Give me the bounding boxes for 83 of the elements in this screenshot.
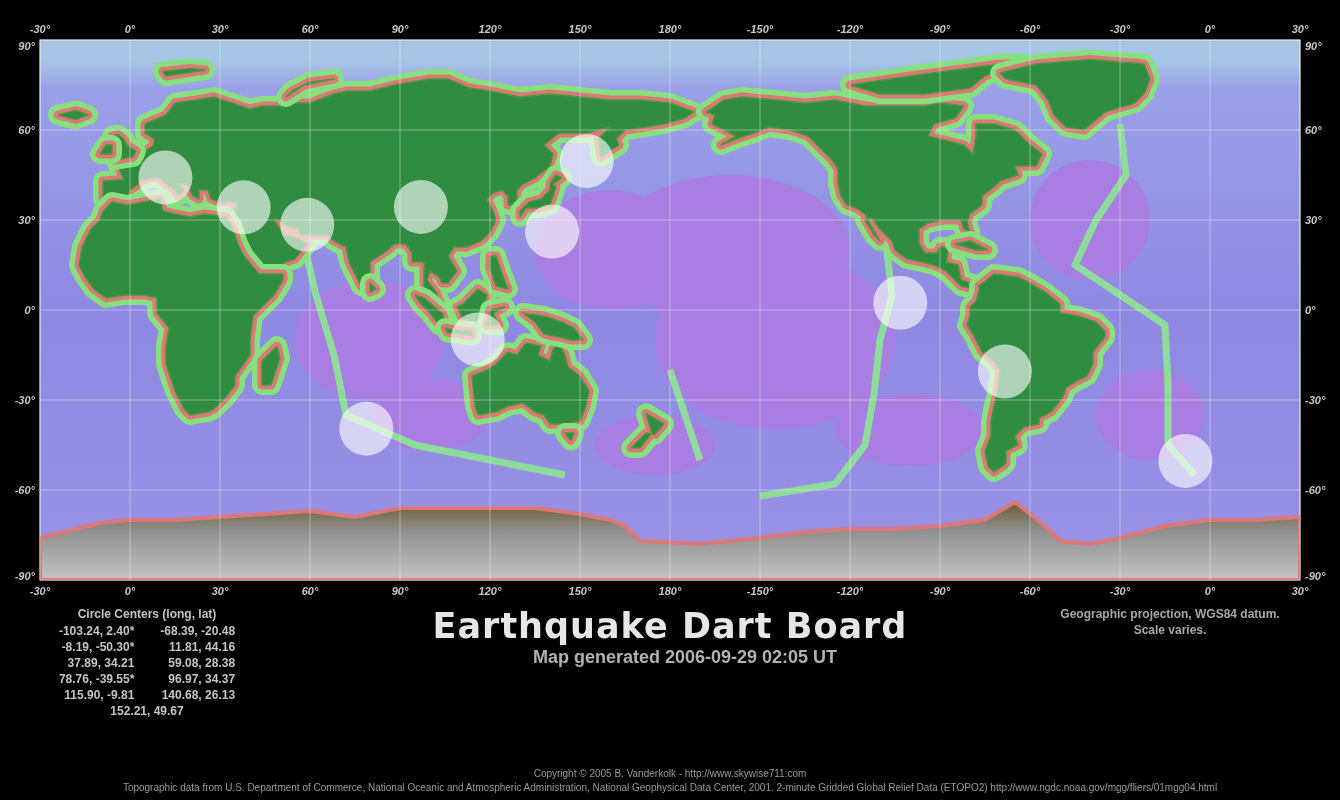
circle-marker: [339, 401, 394, 456]
latitude-label: 30°: [1305, 214, 1322, 226]
longitude-label: -120°: [836, 23, 864, 35]
coordinate-entry: 59.08, 28.38: [168, 655, 236, 671]
longitude-label: -150°: [746, 23, 774, 35]
island: [480, 246, 518, 299]
latitude-label: -60°: [14, 484, 35, 496]
longitude-label: 90°: [391, 23, 409, 35]
coordinate-entry: 96.97, 34.37: [168, 671, 236, 687]
copyright-notice: Copyright © 2005 B. Vanderkolk - http://www.skywise711.com: [533, 767, 807, 781]
circle-marker: [873, 275, 928, 330]
latitude-label: -90°: [14, 570, 35, 582]
longitude-label: 120°: [478, 585, 502, 597]
circle-marker: [525, 204, 580, 259]
coordinate-entry: 115.90, -9.81: [64, 687, 135, 703]
longitude-label: -90°: [929, 585, 951, 597]
island: [360, 273, 386, 302]
latitude-label: -90°: [1305, 570, 1326, 582]
coordinate-entry: 152.21, 49.67: [110, 703, 184, 719]
longitude-label: -30°: [1109, 585, 1131, 597]
island: [48, 100, 98, 130]
latitude-label: 0°: [1305, 304, 1316, 316]
island: [252, 336, 290, 395]
longitude-label: -60°: [1019, 23, 1041, 35]
island: [945, 231, 998, 260]
longitude-label: 180°: [658, 585, 682, 597]
longitude-label: -60°: [1019, 585, 1041, 597]
page-title: Earthquake Dart Board: [432, 606, 908, 646]
circle-marker: [393, 179, 448, 234]
longitude-label: 30°: [1291, 23, 1309, 35]
longitude-label: -30°: [29, 585, 51, 597]
coordinate-entry: 78.76, -39.55*: [58, 671, 135, 687]
longitude-label: 180°: [658, 23, 682, 35]
circle-marker: [450, 312, 505, 367]
longitude-label: 150°: [568, 23, 592, 35]
coordinate-entry: 37.89, 34.21: [67, 655, 135, 671]
longitude-label: 150°: [568, 585, 592, 597]
longitude-label: -30°: [29, 23, 51, 35]
latitude-label: -30°: [1305, 394, 1326, 406]
legend-title: Circle Centers (long, lat): [77, 606, 217, 622]
data-source-credit: Topographic data from U.S. Department of Commerce, National Oceanic and Atmospheric Administration, National Geophysical Data Center, 2001. 2-minute Gridded Global Relief Data (ETOPO2) http://www.ngdc.noaa.gov/mgg/fliers/01mgg04.html: [122, 781, 1218, 795]
circle-marker: [280, 197, 335, 252]
longitude-label: 120°: [478, 23, 502, 35]
longitude-label: -120°: [836, 585, 864, 597]
circle-marker: [216, 180, 271, 235]
island: [153, 58, 215, 86]
coordinate-entry: -8.19, -50.30*: [61, 639, 135, 655]
latitude-label: 90°: [18, 40, 35, 52]
latitude-label: 60°: [1305, 124, 1322, 136]
latitude-label: 60°: [18, 124, 35, 136]
longitude-label: 60°: [301, 23, 319, 35]
island: [555, 423, 584, 451]
longitude-label: 0°: [1204, 585, 1216, 597]
latitude-label: 0°: [24, 304, 35, 316]
coordinate-entry: -68.39, -20.48: [160, 623, 236, 639]
circle-marker: [977, 344, 1032, 399]
island: [510, 165, 572, 227]
latitude-label: -30°: [14, 394, 35, 406]
latitude-label: -60°: [1305, 484, 1326, 496]
longitude-label: 0°: [1204, 23, 1216, 35]
longitude-label: 60°: [301, 585, 319, 597]
projection-note: Scale varies.: [1133, 622, 1207, 638]
island: [276, 69, 344, 107]
island: [621, 403, 674, 458]
longitude-label: 30°: [211, 585, 229, 597]
longitude-label: 0°: [124, 23, 136, 35]
circle-marker: [1158, 433, 1213, 488]
longitude-label: -150°: [746, 585, 774, 597]
longitude-label: 90°: [391, 585, 409, 597]
projection-note: Geographic projection, WGS84 datum.: [1060, 606, 1280, 622]
longitude-label: 30°: [1291, 585, 1309, 597]
circle-marker: [559, 134, 614, 188]
longitude-label: 30°: [211, 23, 229, 35]
longitude-label: -90°: [929, 23, 951, 35]
coordinate-entry: -103.24, 2.40*: [58, 623, 135, 639]
circle-marker: [138, 150, 193, 205]
generated-timestamp: Map generated 2006-09-29 02:05 UT: [532, 646, 838, 668]
longitude-label: 0°: [124, 585, 136, 597]
coordinate-entry: 140.68, 26.13: [161, 687, 236, 703]
latitude-label: 90°: [1305, 40, 1322, 52]
latitude-label: 30°: [18, 214, 35, 226]
coordinate-entry: 11.81, 44.16: [169, 639, 236, 655]
longitude-label: -30°: [1109, 23, 1131, 35]
